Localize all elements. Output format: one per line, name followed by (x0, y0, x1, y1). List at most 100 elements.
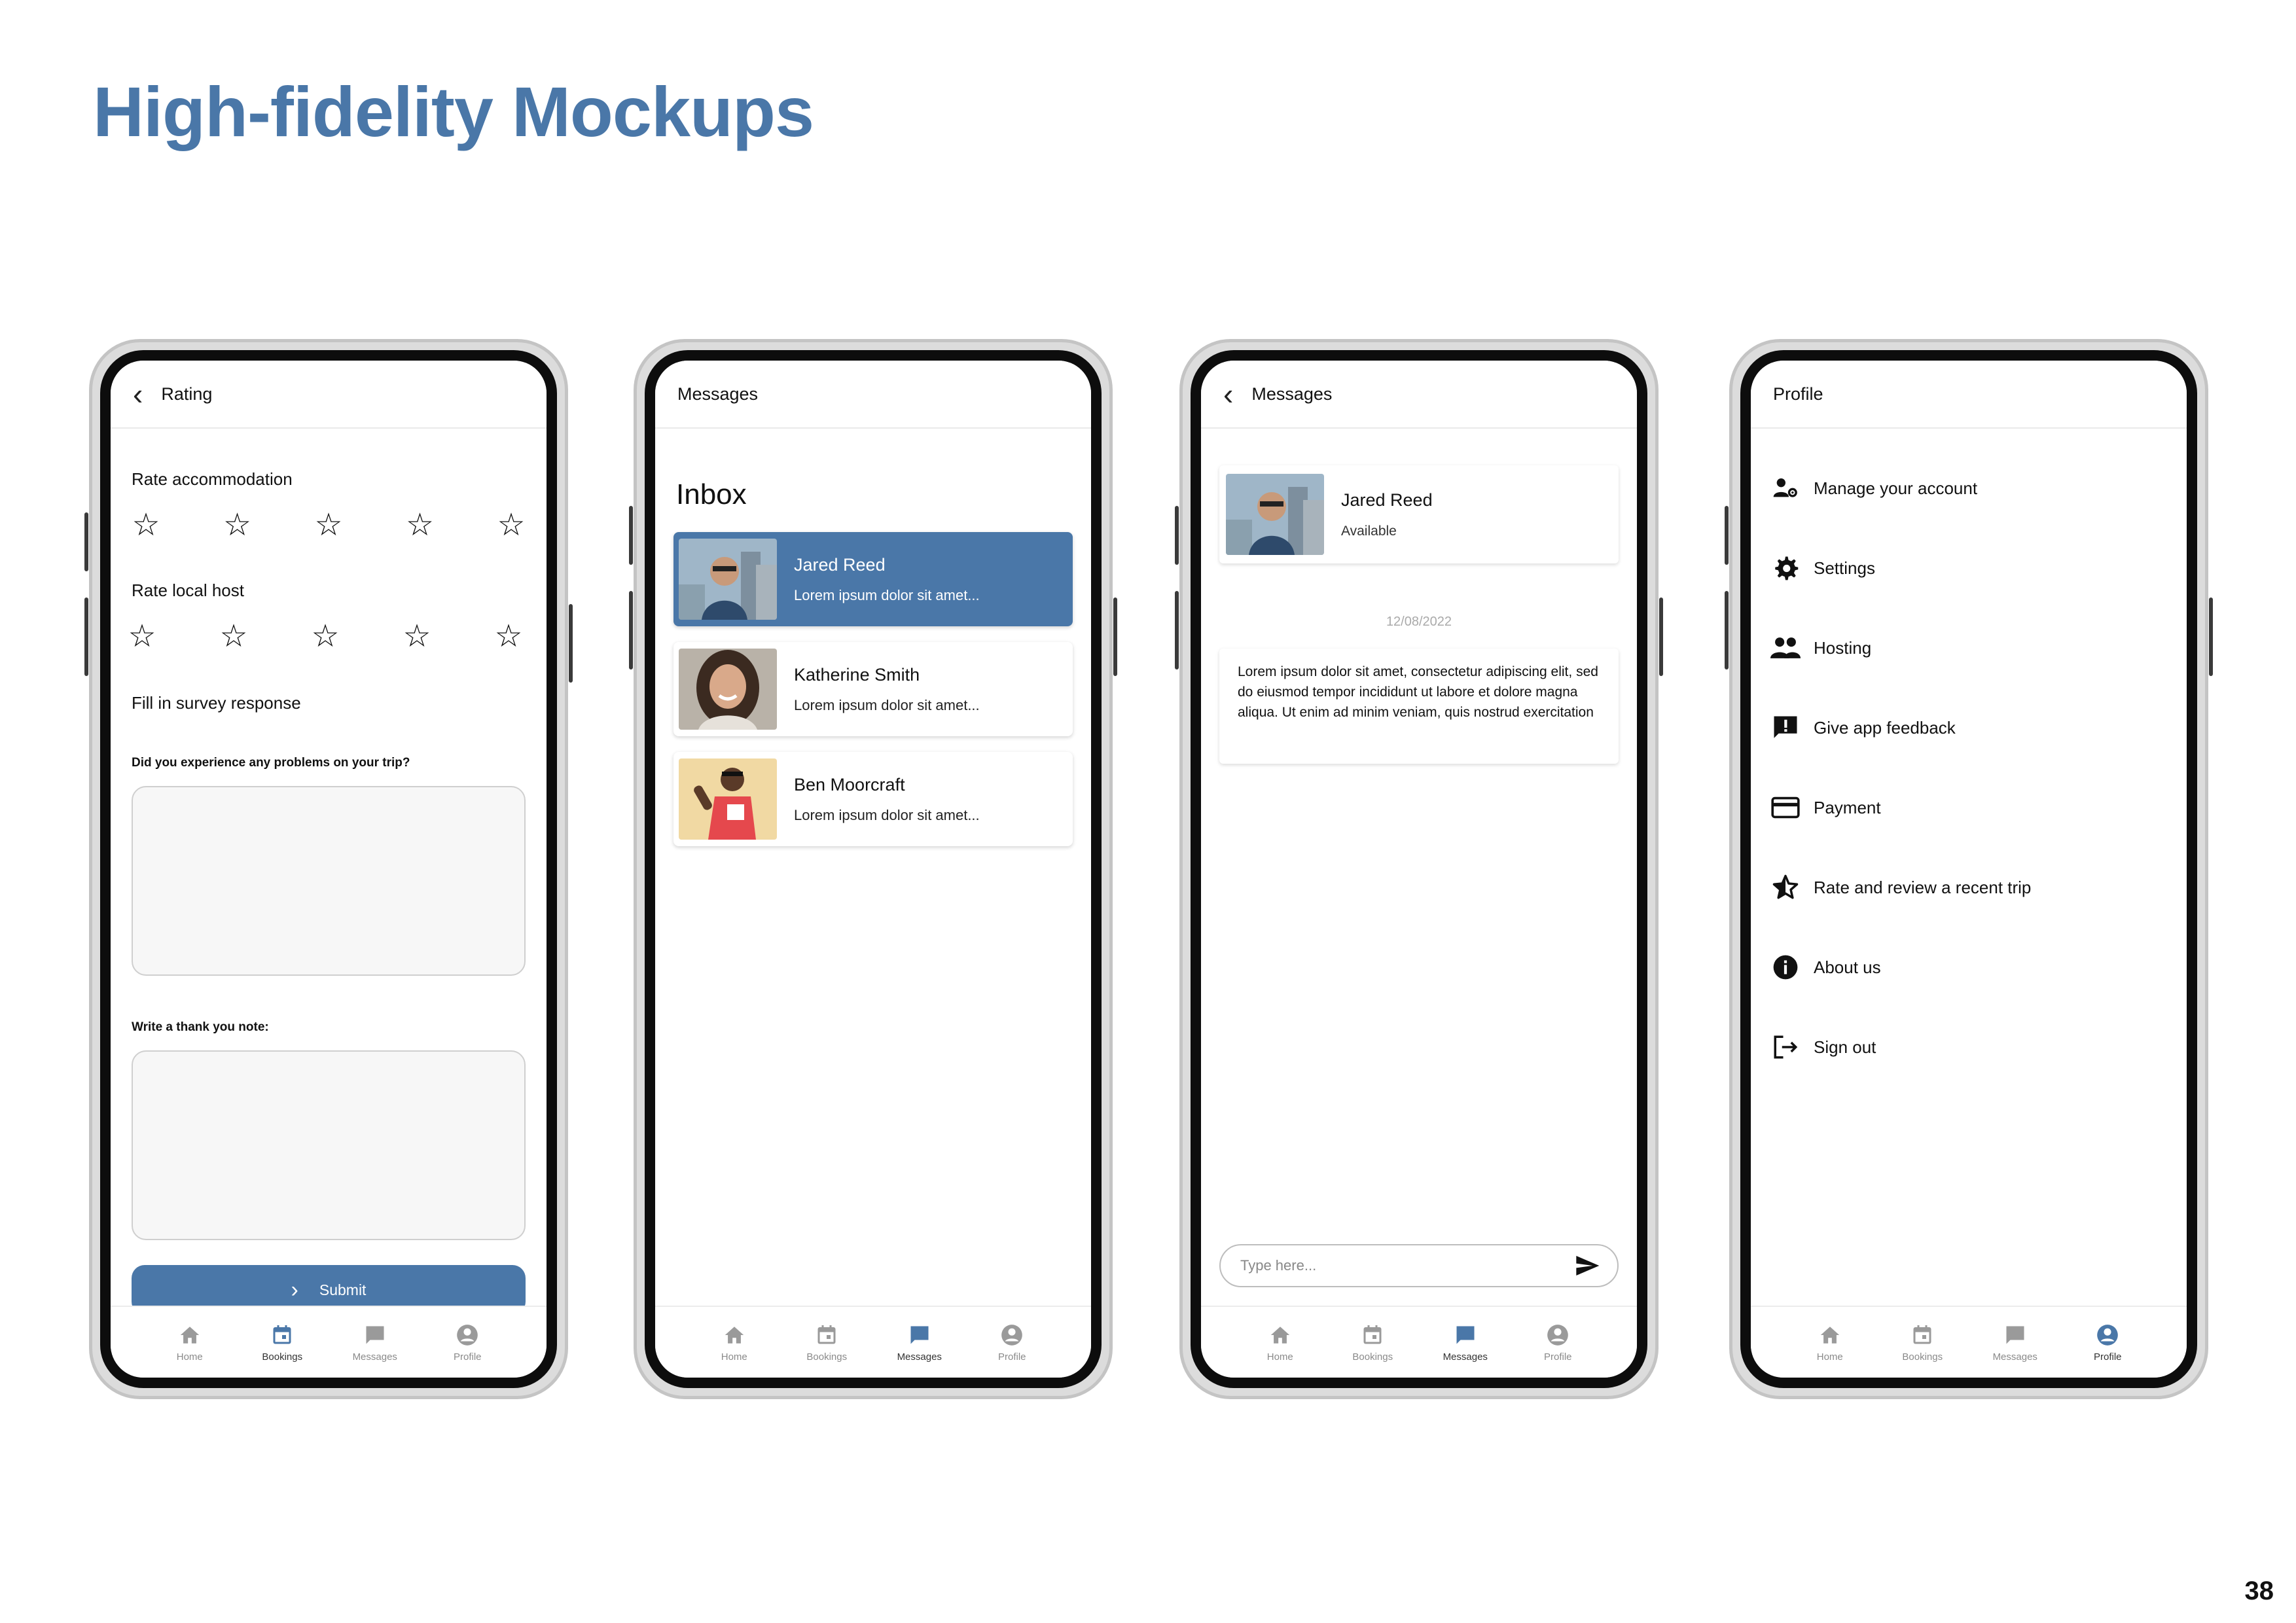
home-icon (1267, 1323, 1293, 1347)
home-icon (177, 1323, 203, 1347)
star-icon[interactable]: ☆ (124, 621, 160, 652)
problems-textarea[interactable] (132, 786, 526, 976)
nav-bookings[interactable]: Bookings (246, 1323, 318, 1363)
nav-home[interactable]: Home (1794, 1323, 1866, 1363)
chat-date: 12/08/2022 (1386, 615, 1452, 629)
nav-messages[interactable]: Messages (1979, 1323, 2051, 1363)
menu-item-hosting[interactable]: Hosting (1770, 608, 2167, 688)
nav-bookings[interactable]: Bookings (1886, 1323, 1958, 1363)
page-number: 38 (2244, 1577, 2274, 1605)
star-icon[interactable]: ☆ (493, 510, 529, 541)
phone-chat-screen: ‹ Messages Jared Reed Available 12/08/20… (1175, 339, 1663, 1399)
contact-name: Jared Reed (1341, 490, 1433, 510)
menu-item-about[interactable]: About us (1770, 927, 2167, 1007)
nav-messages[interactable]: Messages (884, 1323, 956, 1363)
calendar-icon (814, 1323, 840, 1347)
conversation-item[interactable]: Ben Moorcraft Lorem ipsum dolor sit amet… (673, 752, 1073, 846)
survey-heading: Fill in survey response (132, 693, 301, 713)
nav-messages[interactable]: Messages (339, 1323, 411, 1363)
gear-icon (1770, 553, 1801, 583)
phone-messages-screen: Messages Inbox Jared Reed Lorem ipsum do… (629, 339, 1117, 1399)
star-icon[interactable]: ☆ (399, 621, 435, 652)
nav-bookings[interactable]: Bookings (1336, 1323, 1408, 1363)
send-icon[interactable] (1569, 1247, 1605, 1284)
bottom-nav: Home Bookings Messages Profile (655, 1306, 1091, 1378)
credit-card-icon (1770, 793, 1801, 823)
nav-home[interactable]: Home (154, 1323, 226, 1363)
screen-title: Rating (161, 383, 213, 404)
nav-profile[interactable]: Profile (2072, 1323, 2144, 1363)
side-button (629, 591, 633, 669)
menu-item-settings[interactable]: Settings (1770, 528, 2167, 608)
home-icon (721, 1323, 747, 1347)
calendar-icon (1359, 1323, 1386, 1347)
screen-title: Messages (1251, 383, 1333, 404)
chevron-right-icon: › (291, 1277, 298, 1302)
calendar-icon (269, 1323, 295, 1347)
screen-title: Profile (1773, 383, 1823, 404)
chat-icon (362, 1323, 388, 1347)
account-circle-icon (999, 1323, 1025, 1347)
star-icon[interactable]: ☆ (490, 621, 527, 652)
rate-accommodation-label: Rate accommodation (132, 469, 293, 489)
side-button (2209, 597, 2213, 676)
nav-profile[interactable]: Profile (1522, 1323, 1594, 1363)
manage-account-icon (1770, 473, 1801, 503)
contact-card[interactable]: Jared Reed Available (1219, 465, 1619, 563)
conversation-item[interactable]: Katherine Smith Lorem ipsum dolor sit am… (673, 642, 1073, 736)
avatar (679, 758, 777, 840)
host-star-rating[interactable]: ☆ ☆ ☆ ☆ ☆ (124, 621, 527, 652)
menu-item-sign-out[interactable]: Sign out (1770, 1007, 2167, 1087)
star-icon (1770, 872, 1801, 902)
message-bubble: Lorem ipsum dolor sit amet, consectetur … (1219, 649, 1619, 764)
star-icon[interactable]: ☆ (310, 510, 347, 541)
thank-you-textarea[interactable] (132, 1050, 526, 1240)
app-bar: Profile (1751, 361, 2187, 429)
nav-bookings[interactable]: Bookings (791, 1323, 863, 1363)
account-circle-icon (1545, 1323, 1571, 1347)
phone-profile-screen: Profile Manage your account Settings Hos… (1725, 339, 2213, 1399)
account-circle-icon (454, 1323, 480, 1347)
nav-messages[interactable]: Messages (1429, 1323, 1501, 1363)
nav-home[interactable]: Home (698, 1323, 770, 1363)
side-button (1113, 597, 1117, 676)
nav-profile[interactable]: Profile (431, 1323, 503, 1363)
message-input-bar (1219, 1244, 1619, 1287)
menu-item-payment[interactable]: Payment (1770, 768, 2167, 847)
star-icon[interactable]: ☆ (128, 510, 164, 541)
conversation-name: Katherine Smith (794, 664, 920, 685)
menu-item-manage-account[interactable]: Manage your account (1770, 448, 2167, 528)
back-icon[interactable]: ‹ (133, 379, 143, 409)
profile-menu: Manage your account Settings Hosting Giv… (1770, 448, 2167, 1087)
side-button (84, 597, 88, 676)
calendar-icon (1909, 1323, 1935, 1347)
bottom-nav: Home Bookings Messages Profile (1201, 1306, 1637, 1378)
bottom-nav: Home Bookings Messages Profile (1751, 1306, 2187, 1378)
feedback-icon (1770, 713, 1801, 743)
accommodation-star-rating[interactable]: ☆ ☆ ☆ ☆ ☆ (128, 510, 529, 541)
nav-home[interactable]: Home (1244, 1323, 1316, 1363)
star-icon[interactable]: ☆ (215, 621, 252, 652)
nav-profile[interactable]: Profile (976, 1323, 1048, 1363)
star-icon[interactable]: ☆ (307, 621, 344, 652)
screen-title: Messages (677, 383, 759, 404)
chat-icon (906, 1323, 933, 1347)
info-icon (1770, 952, 1801, 982)
avatar (1226, 474, 1324, 555)
inbox-heading: Inbox (676, 478, 747, 510)
conversation-preview: Lorem ipsum dolor sit amet... (794, 696, 980, 713)
side-button (1725, 591, 1729, 669)
menu-item-feedback[interactable]: Give app feedback (1770, 688, 2167, 768)
side-button (569, 604, 573, 683)
menu-item-rate-trip[interactable]: Rate and review a recent trip (1770, 847, 2167, 927)
conversation-item[interactable]: Jared Reed Lorem ipsum dolor sit amet... (673, 532, 1073, 626)
back-icon[interactable]: ‹ (1223, 379, 1233, 409)
star-icon[interactable]: ☆ (402, 510, 439, 541)
message-input[interactable] (1240, 1257, 1569, 1274)
conversation-preview: Lorem ipsum dolor sit amet... (794, 806, 980, 823)
problems-question: Did you experience any problems on your … (132, 756, 410, 770)
conversation-preview: Lorem ipsum dolor sit amet... (794, 586, 980, 603)
star-icon[interactable]: ☆ (219, 510, 256, 541)
side-button (629, 506, 633, 565)
phone-rating-screen: ‹ Rating Rate accommodation ☆ ☆ ☆ ☆ ☆ Ra… (84, 339, 573, 1399)
